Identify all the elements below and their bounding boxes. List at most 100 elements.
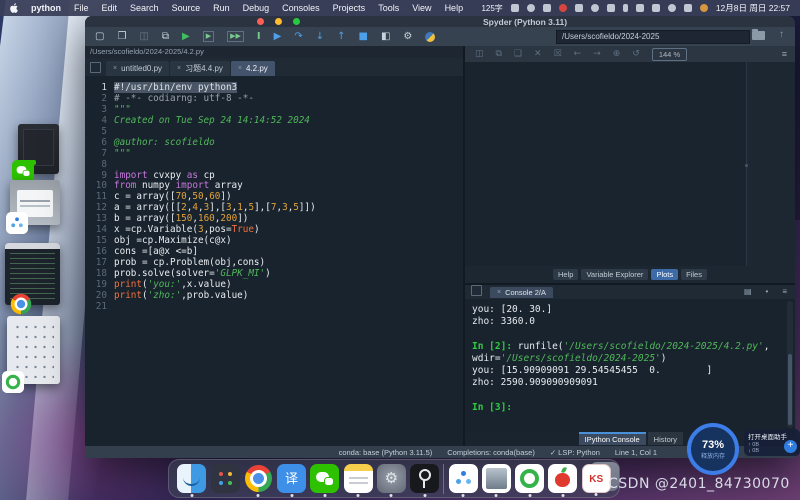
previous-plot-icon[interactable]: ←: [574, 49, 582, 59]
memory-cleaner-ball[interactable]: 73% 释放内存: [687, 423, 739, 475]
console-output[interactable]: you: [20. 30.]zho: 3360.0In [2]: runfile…: [465, 299, 795, 431]
new-file-icon[interactable]: ▢: [95, 32, 104, 42]
copy-plot-icon[interactable]: ❏: [514, 49, 522, 59]
window-preview-security[interactable]: [7, 316, 60, 384]
step-into-icon[interactable]: ↓: [316, 32, 324, 42]
search-icon[interactable]: [668, 4, 676, 12]
menu-item-edit[interactable]: Edit: [102, 3, 118, 13]
next-plot-icon[interactable]: →: [593, 49, 601, 59]
step-out-icon[interactable]: ↑: [337, 32, 345, 42]
cloud-icon[interactable]: [591, 4, 599, 12]
remove-all-plots-icon[interactable]: ☒: [554, 49, 562, 59]
menu-clock[interactable]: 12月8日 周日 22:57: [716, 2, 790, 14]
run-cell-icon[interactable]: ▶: [203, 31, 214, 42]
console-options-icon[interactable]: ≡: [782, 287, 787, 296]
desktop-assistant-panel[interactable]: 打开桌面助手 ↑ 0B ↓ 0B +: [744, 429, 800, 456]
close-icon[interactable]: ×: [113, 65, 117, 72]
close-icon[interactable]: ×: [238, 65, 242, 72]
app-shapes-icon[interactable]: [575, 4, 583, 12]
python-env-icon[interactable]: [425, 32, 435, 42]
keyboard-icon[interactable]: [543, 4, 551, 12]
tab-ipython-console[interactable]: IPython Console: [579, 432, 646, 445]
window-preview-netdisk[interactable]: [10, 180, 60, 225]
maximize-pane-icon[interactable]: ◧: [381, 32, 390, 42]
remove-plot-icon[interactable]: ✕: [534, 49, 542, 59]
pane-tab-plots[interactable]: Plots: [651, 269, 678, 280]
pane-tab-files[interactable]: Files: [681, 269, 707, 280]
plot-zoom-level[interactable]: 144 %: [652, 48, 687, 61]
menu-item-help[interactable]: Help: [445, 3, 464, 13]
minimize-window-button[interactable]: [275, 18, 282, 25]
close-icon[interactable]: ×: [497, 289, 501, 296]
plot-thumbnails-strip[interactable]: [746, 62, 795, 266]
window-preview-wechat[interactable]: [18, 124, 59, 174]
stage-manager-icon[interactable]: [607, 4, 615, 12]
working-directory-input[interactable]: /Users/scofieldo/2024-2025: [556, 30, 750, 44]
tab-history[interactable]: History: [648, 432, 683, 445]
dock-launchpad-icon[interactable]: [211, 464, 240, 493]
console-tab[interactable]: × Console 2/A: [490, 287, 553, 298]
dock-chrome-icon[interactable]: [244, 464, 273, 493]
run-selection-icon[interactable]: Ι: [257, 32, 261, 42]
menu-item-debug[interactable]: Debug: [243, 3, 270, 13]
parent-directory-icon[interactable]: ↑: [779, 29, 784, 40]
screen-record-icon[interactable]: [559, 4, 567, 12]
save-plot-icon[interactable]: ◫: [475, 49, 484, 59]
dock-settings-icon[interactable]: ⚙: [377, 464, 406, 493]
save-all-icon[interactable]: ⧉: [162, 32, 169, 42]
wifi-icon[interactable]: [652, 4, 660, 12]
dock-apple-red-icon[interactable]: [548, 464, 577, 493]
assistant-plus-button[interactable]: +: [784, 440, 797, 453]
menu-item-tools[interactable]: Tools: [378, 3, 399, 13]
run-icon[interactable]: ▶: [182, 32, 190, 42]
options-dot-icon[interactable]: •: [766, 287, 769, 296]
pane-tab-help[interactable]: Help: [553, 269, 578, 280]
save-icon[interactable]: ◫: [139, 32, 148, 42]
battery-icon[interactable]: [636, 4, 644, 12]
microphone-icon[interactable]: [527, 4, 535, 12]
pane-tab-variable-explorer[interactable]: Variable Explorer: [581, 269, 648, 280]
menu-item-source[interactable]: Source: [172, 3, 201, 13]
debug-file-icon[interactable]: ▶: [274, 32, 282, 42]
menu-item-file[interactable]: File: [74, 3, 89, 13]
save-all-plots-icon[interactable]: ⧉: [496, 49, 502, 59]
close-icon[interactable]: ×: [177, 65, 181, 72]
browse-tabs-button[interactable]: [90, 62, 101, 73]
open-file-icon[interactable]: ❐: [117, 32, 126, 42]
menu-item-view[interactable]: View: [412, 3, 431, 13]
console-scrollbar[interactable]: [787, 301, 793, 428]
dock-netdisk-icon[interactable]: [449, 464, 478, 493]
close-window-button[interactable]: [257, 18, 264, 25]
apple-menu-icon[interactable]: [10, 3, 19, 13]
paste-icon[interactable]: ▤: [744, 287, 752, 296]
menu-item-consoles[interactable]: Consoles: [282, 3, 320, 13]
plots-options-icon[interactable]: ≡: [782, 49, 787, 59]
tab-4-4-py[interactable]: ×习题4.4.py: [170, 61, 230, 76]
preferences-icon[interactable]: ⚙: [403, 32, 412, 42]
menu-item-run[interactable]: Run: [213, 3, 230, 13]
splitter-handle[interactable]: [745, 164, 748, 167]
dock-notes-icon[interactable]: [344, 464, 373, 493]
run-cell-advance-icon[interactable]: ▶▶: [227, 31, 244, 42]
stop-icon[interactable]: ■: [359, 32, 368, 42]
tab-untitled0-py[interactable]: ×untitled0.py: [106, 61, 169, 76]
step-over-icon[interactable]: ↷: [294, 32, 302, 42]
zoom-window-button[interactable]: [293, 18, 300, 25]
dock-translator-icon[interactable]: 译: [277, 464, 306, 493]
display-recording-icon[interactable]: [700, 4, 708, 12]
window-preview-chrome[interactable]: [5, 243, 60, 305]
input-method-indicator[interactable]: 125字: [481, 3, 502, 14]
undo-icon[interactable]: ↺: [632, 49, 640, 59]
tab-4-2-py[interactable]: ×4.2.py: [231, 61, 275, 76]
title-bar[interactable]: Spyder (Python 3.11): [85, 16, 795, 27]
dock-wechat-icon[interactable]: [310, 464, 339, 493]
menu-item-python[interactable]: python: [31, 3, 61, 13]
zoom-in-icon[interactable]: ⊕: [613, 49, 621, 59]
bluetooth-icon[interactable]: [623, 4, 628, 12]
plot-canvas[interactable]: [465, 62, 795, 266]
control-center-icon[interactable]: [684, 4, 692, 12]
menu-item-projects[interactable]: Projects: [333, 3, 366, 13]
code-editor[interactable]: 1#!/usr/bin/env python32# -*- codiarng: …: [85, 76, 463, 446]
dock-preview-icon[interactable]: [482, 464, 511, 493]
input-method-icon[interactable]: [511, 4, 519, 12]
